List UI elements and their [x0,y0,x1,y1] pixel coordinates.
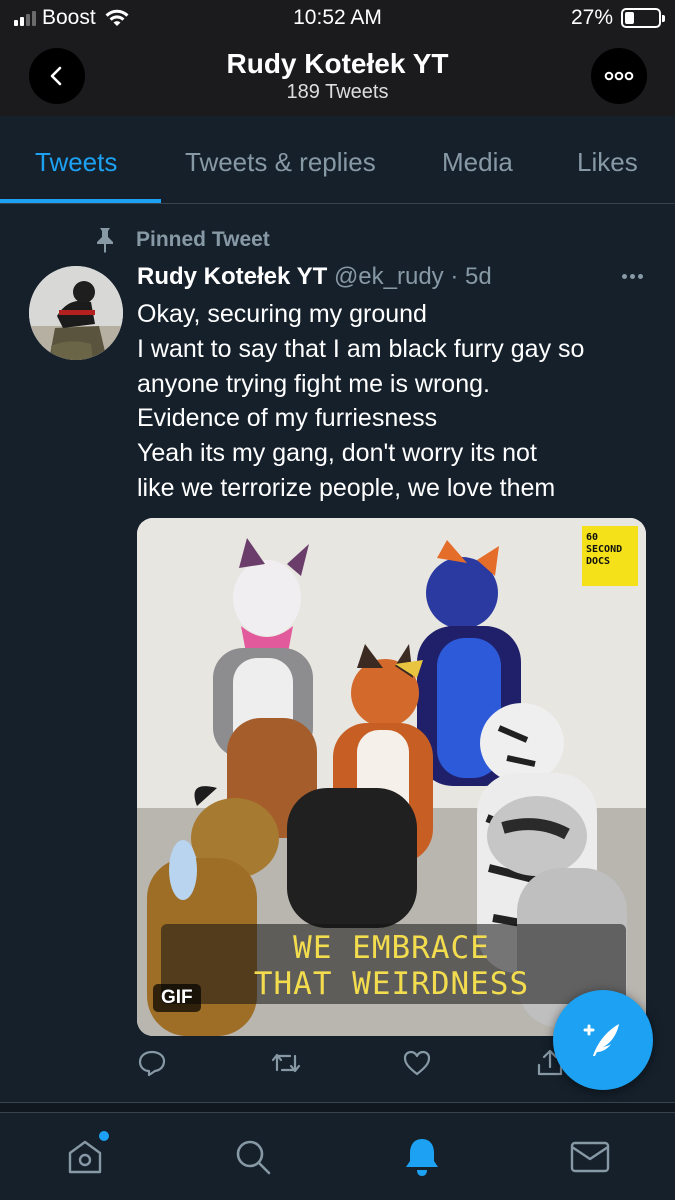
battery-icon [621,8,665,28]
mail-icon [570,1141,610,1173]
compose-tweet-button[interactable] [553,990,653,1090]
tweet-time: 5d [465,263,492,290]
battery-percent: 27% [570,6,613,29]
tweet-media-gif[interactable]: 60 SECOND DOCS WE EMBRACE THAT WEIRDNESS… [137,518,646,1036]
profile-name: Rudy Kotełek YT [226,48,449,79]
tweet-text-line: Yeah its my gang, don't worry its not [137,439,537,468]
sixty-second-docs-logo: 60 SECOND DOCS [582,526,638,586]
status-bar: Boost 10:52 AM 27% [0,0,675,36]
tab-tweets[interactable]: Tweets [35,147,117,178]
search-icon [236,1140,271,1175]
nav-home[interactable] [63,1131,109,1179]
tweet-text-line: Evidence of my furriesness [137,404,438,433]
tweet-separator: · [450,263,459,290]
nav-search[interactable] [231,1135,275,1179]
tweet-text-line: anyone trying fight me is wrong. [137,369,490,398]
tweet-header: Rudy Kotełek YT @ek_rudy · 5d [137,263,492,291]
pinned-indicator: Pinned Tweet [92,226,270,254]
tweet-text-line: I want to say that I am black furry gay … [137,334,585,363]
tweet-count: 189 Tweets [286,81,389,103]
tab-media[interactable]: Media [442,147,513,178]
tweet-more-button[interactable] [622,274,643,279]
bell-icon [406,1139,438,1176]
home-notification-dot [99,1131,109,1141]
ellipsis-icon [604,71,634,81]
pinned-label: Pinned Tweet [136,228,270,251]
tweet-text: Okay, securing my ground I want to say t… [137,297,657,506]
compose-tweet-icon [583,1024,619,1056]
reply-button[interactable] [137,1048,167,1083]
gif-badge: GIF [153,984,201,1012]
badge-line: SECOND [586,544,623,555]
heart-icon [403,1050,431,1076]
profile-tabs: Tweets Tweets & replies Media Likes [0,116,675,204]
tweet-author-name[interactable]: Rudy Kotełek YT [137,263,327,290]
tab-tweets-replies[interactable]: Tweets & replies [185,147,376,178]
gif-caption: THAT WEIRDNESS [253,966,530,1002]
tweet-text-line: Okay, securing my ground [137,300,427,328]
tweet-divider [0,1102,675,1112]
avatar[interactable] [29,266,123,360]
home-icon [68,1140,102,1174]
nav-notifications[interactable] [400,1135,444,1179]
bottom-nav [0,1112,675,1200]
avatar-image [29,266,123,360]
more-button[interactable] [591,48,647,104]
badge-line: 60 [586,532,599,543]
tweet-handle[interactable]: @ek_rudy [334,263,444,290]
reply-icon [138,1050,166,1077]
pin-icon [97,228,113,253]
like-button[interactable] [402,1048,432,1083]
tab-likes[interactable]: Likes [577,147,638,178]
active-tab-indicator [0,199,161,203]
retweet-icon [271,1053,301,1073]
tweet-text-line: like we terrorize people, we love them [137,473,556,502]
profile-header: Rudy Kotełek YT 189 Tweets [0,36,675,116]
tweet-actions [137,1048,567,1084]
retweet-button[interactable] [270,1048,302,1083]
gif-caption: WE EMBRACE [293,930,490,966]
badge-line: DOCS [586,556,611,567]
nav-messages[interactable] [568,1135,612,1179]
